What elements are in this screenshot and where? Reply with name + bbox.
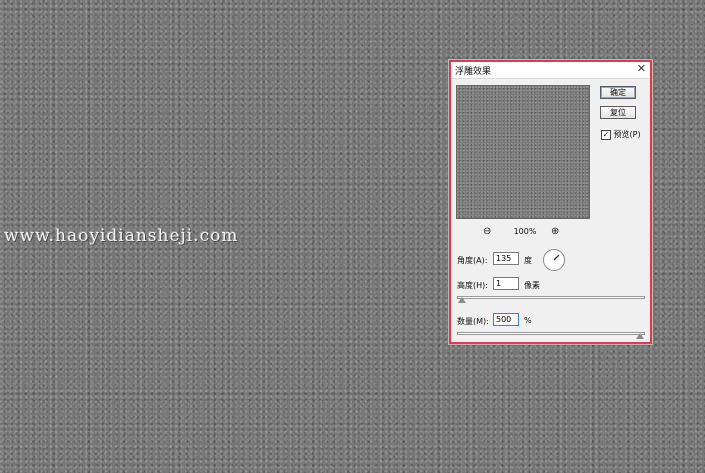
ok-button[interactable]: 确定	[600, 86, 636, 99]
amount-input[interactable]	[493, 313, 519, 326]
preview-checkbox[interactable]: ✓ 预览(P)	[601, 129, 641, 140]
angle-dial[interactable]	[543, 249, 565, 271]
zoom-out-icon[interactable]: ⊖	[483, 226, 491, 237]
zoom-level: 100%	[513, 227, 537, 236]
watermark-text: www.haoyidiansheji.com	[4, 226, 239, 246]
reset-button[interactable]: 复位	[600, 106, 636, 119]
close-icon[interactable]: ✕	[637, 62, 646, 75]
amount-label: 数量(M):	[457, 317, 489, 326]
preview-label: 预览(P)	[613, 130, 641, 139]
height-label: 高度(H):	[457, 281, 488, 290]
angle-unit: 度	[524, 256, 532, 265]
emboss-dialog: 浮雕效果 ✕ 确定 复位 ✓ 预览(P) ⊖ 100% ⊕ 角度(A): 度 高…	[449, 60, 652, 344]
dialog-title: 浮雕效果	[455, 67, 492, 77]
dialog-titlebar[interactable]: 浮雕效果 ✕	[451, 62, 650, 79]
amount-slider[interactable]	[457, 332, 645, 339]
height-unit: 像素	[524, 281, 540, 290]
zoom-controls: ⊖ 100% ⊕	[481, 226, 571, 238]
amount-slider-thumb[interactable]	[636, 333, 644, 339]
zoom-in-icon[interactable]: ⊕	[551, 226, 559, 237]
angle-input[interactable]	[493, 252, 519, 265]
filter-preview[interactable]	[456, 85, 590, 219]
check-icon: ✓	[602, 129, 610, 139]
angle-dial-needle	[553, 254, 560, 261]
height-input[interactable]	[493, 277, 519, 290]
amount-unit: %	[524, 316, 532, 325]
height-slider[interactable]	[457, 296, 645, 303]
checkbox-box[interactable]: ✓	[601, 129, 611, 140]
height-slider-thumb[interactable]	[458, 297, 466, 303]
angle-label: 角度(A):	[457, 256, 488, 265]
